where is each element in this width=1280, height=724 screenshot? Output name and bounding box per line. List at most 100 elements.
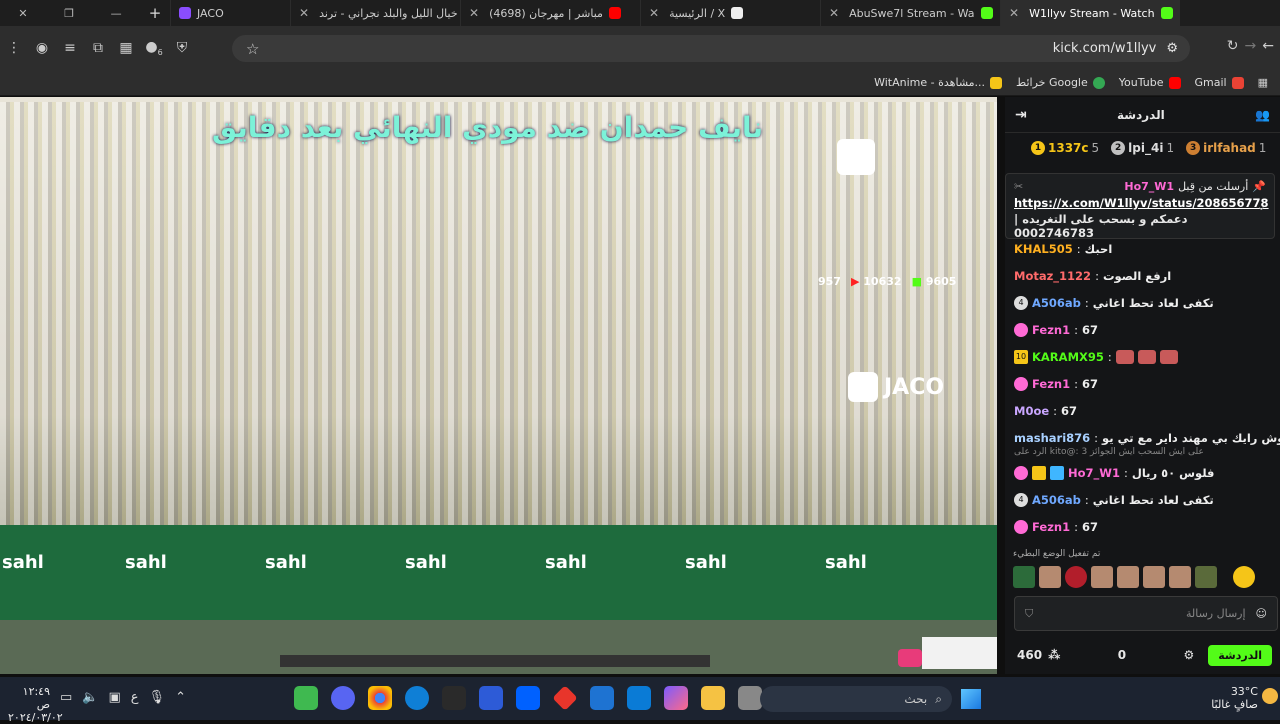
leader-entry[interactable]: 3 irlfahad 1 xyxy=(1186,141,1266,155)
new-tab-button[interactable]: + xyxy=(140,4,170,22)
chat-text: 67 xyxy=(1081,519,1098,534)
close-window-icon[interactable]: ✕ xyxy=(18,7,27,20)
chevron-up-icon[interactable]: ⌃ xyxy=(175,690,186,705)
file-explorer-icon[interactable] xyxy=(701,686,725,710)
app-icon[interactable] xyxy=(294,686,318,710)
chat-username[interactable]: Ho7_W1 xyxy=(1068,466,1120,480)
extension-badge-icon[interactable]: ●6 xyxy=(140,39,168,57)
send-chat-button[interactable]: الدردشة xyxy=(1208,644,1272,666)
shield-icon[interactable]: ⛉ xyxy=(1025,607,1033,621)
epic-games-icon[interactable] xyxy=(442,686,466,710)
edge-icon[interactable] xyxy=(405,686,429,710)
playlist-icon[interactable]: ≡ xyxy=(56,40,84,56)
emote-icon[interactable] xyxy=(1117,566,1139,588)
rank-badge: 1 xyxy=(1031,141,1045,155)
tab-w1llyv[interactable]: ✕ W1llyv Stream - Watch xyxy=(1000,0,1180,26)
maximize-window-icon[interactable]: ❐ xyxy=(64,7,74,20)
bookmark-youtube[interactable]: YouTube xyxy=(1119,76,1181,89)
app-icon[interactable] xyxy=(738,686,762,710)
mail-icon[interactable] xyxy=(590,686,614,710)
tab-x-home[interactable]: ✕ الرئيسية / X xyxy=(640,0,820,26)
close-tab-icon[interactable]: ✕ xyxy=(299,6,309,20)
input-language[interactable]: ع xyxy=(131,690,139,705)
chat-username[interactable]: KARAMX95 xyxy=(1032,350,1104,364)
emote-icon[interactable] xyxy=(1013,566,1035,588)
menu-kebab-icon[interactable]: ⋮ xyxy=(0,40,28,56)
collapse-chat-icon[interactable]: ⇥ xyxy=(1015,107,1027,123)
chevron-down-icon[interactable]: ⌄ xyxy=(1257,200,1266,213)
minimize-window-icon[interactable]: — xyxy=(111,7,122,20)
stream-icon xyxy=(898,649,922,667)
emote-icon[interactable] xyxy=(1195,566,1217,588)
all-bookmarks-icon[interactable]: ▦ xyxy=(1258,76,1268,89)
bookmarks-bar: WitAnime - مشاهدة... خرائط Google YouTub… xyxy=(0,70,1280,96)
close-tab-icon[interactable]: ✕ xyxy=(1009,6,1019,20)
extension-icon[interactable]: ▦ xyxy=(112,40,140,56)
emote-icon[interactable] xyxy=(1091,566,1113,588)
chat-username[interactable]: M0oe xyxy=(1014,404,1049,418)
battery-icon[interactable]: ▭ xyxy=(60,690,72,705)
chrome-icon[interactable] xyxy=(368,686,392,710)
tab-youtube-live[interactable]: ✕ (4698) مباشر | مهرجان xyxy=(460,0,640,26)
chat-username[interactable]: Fezn1 xyxy=(1032,520,1070,534)
bookmark-gmail[interactable]: Gmail xyxy=(1195,76,1244,89)
points-display[interactable]: 460 ⁂ xyxy=(1017,648,1060,662)
pinned-username[interactable]: Ho7_W1 xyxy=(1124,180,1174,193)
site-settings-icon[interactable]: ⚙ xyxy=(1166,41,1178,56)
network-icon[interactable]: ▣ xyxy=(108,690,120,705)
back-arrow-icon[interactable]: ← xyxy=(1262,38,1274,54)
weather-widget[interactable]: 33°C صافٍ غالبًا xyxy=(1196,685,1258,711)
emote-icon[interactable] xyxy=(1039,566,1061,588)
chat-username[interactable]: Motaz_1122 xyxy=(1014,269,1091,283)
bookmark-witanime[interactable]: WitAnime - مشاهدة... xyxy=(874,76,1003,89)
sunglasses-emoji-icon[interactable] xyxy=(1233,566,1255,588)
emote-icon xyxy=(1137,349,1156,364)
tab-title: JACO xyxy=(197,6,224,20)
x-icon xyxy=(731,7,744,19)
close-tab-icon[interactable]: ✕ xyxy=(829,6,839,20)
taskbar-search[interactable]: بحث ⌕ xyxy=(760,686,952,712)
chat-username[interactable]: Fezn1 xyxy=(1032,377,1070,391)
chat-username[interactable]: A506ab xyxy=(1032,493,1081,507)
taskbar-clock[interactable]: ١٢:٤٩ ص ٢٠٢٤/٠٣/٠٢ xyxy=(8,685,63,724)
chat-username[interactable]: Fezn1 xyxy=(1032,323,1070,337)
users-icon[interactable]: 👥 xyxy=(1255,108,1270,122)
volume-icon[interactable]: 🔈 xyxy=(82,690,98,705)
settings-gear-icon[interactable]: ⚙ xyxy=(1183,648,1194,662)
emoji-icon[interactable]: ☺ xyxy=(1256,607,1267,620)
stream-video-player[interactable]: نايف حمدان ضد مودي النهائي بعد دقايق 957… xyxy=(0,97,997,674)
extension-icon[interactable]: ◉ xyxy=(28,40,56,56)
microphone-icon[interactable]: 🎙 xyxy=(149,690,166,705)
forward-arrow-icon[interactable]: → xyxy=(1245,38,1257,54)
chat-username[interactable]: KHAL505 xyxy=(1014,242,1073,256)
close-tab-icon[interactable]: ✕ xyxy=(469,6,479,20)
reload-icon[interactable]: ↻ xyxy=(1227,38,1239,54)
dropbox-icon[interactable] xyxy=(516,686,540,710)
discord-icon[interactable] xyxy=(331,686,355,710)
tab-tiktok[interactable]: ✕ خيال الليل والبلد نجراني - ترند xyxy=(290,0,460,26)
puzzle-extensions-icon[interactable]: ⧉ xyxy=(84,40,112,56)
app-icon[interactable] xyxy=(552,685,578,711)
app-icon[interactable] xyxy=(479,686,503,710)
leader-entry[interactable]: 2 lpi_4i 1 xyxy=(1111,141,1174,155)
windows-start-icon[interactable] xyxy=(961,689,981,709)
bookmark-star-icon[interactable]: ☆ xyxy=(246,40,259,58)
emote-icon[interactable] xyxy=(1169,566,1191,588)
tab-jaco[interactable]: JACO xyxy=(170,0,290,26)
shield-icon[interactable]: ⛨ xyxy=(168,40,196,56)
copilot-icon[interactable] xyxy=(664,686,688,710)
pinned-link[interactable]: https://x.com/W1llyv/status/208656778 xyxy=(1014,196,1269,210)
close-tab-icon[interactable]: ✕ xyxy=(649,6,659,20)
tab-abuswe7l[interactable]: ✕ AbuSwe7l Stream - Wa xyxy=(820,0,1000,26)
chat-input[interactable]: ⛉ إرسال رسالة ☺ xyxy=(1014,596,1278,631)
chat-username[interactable]: mashari876 xyxy=(1014,431,1090,445)
subscriber-badge-icon xyxy=(1014,376,1028,391)
leader-entry[interactable]: 1 1337c 5 xyxy=(1031,141,1099,155)
unpin-icon[interactable]: ✂ xyxy=(1014,180,1023,193)
address-bar[interactable]: kick.com/w1llyv ⚙ xyxy=(232,35,1190,62)
heart-icon[interactable] xyxy=(1065,566,1087,588)
emote-icon[interactable] xyxy=(1143,566,1165,588)
bookmark-maps[interactable]: خرائط Google xyxy=(1016,76,1105,89)
chat-username[interactable]: A506ab xyxy=(1032,296,1081,310)
store-icon[interactable] xyxy=(627,686,651,710)
